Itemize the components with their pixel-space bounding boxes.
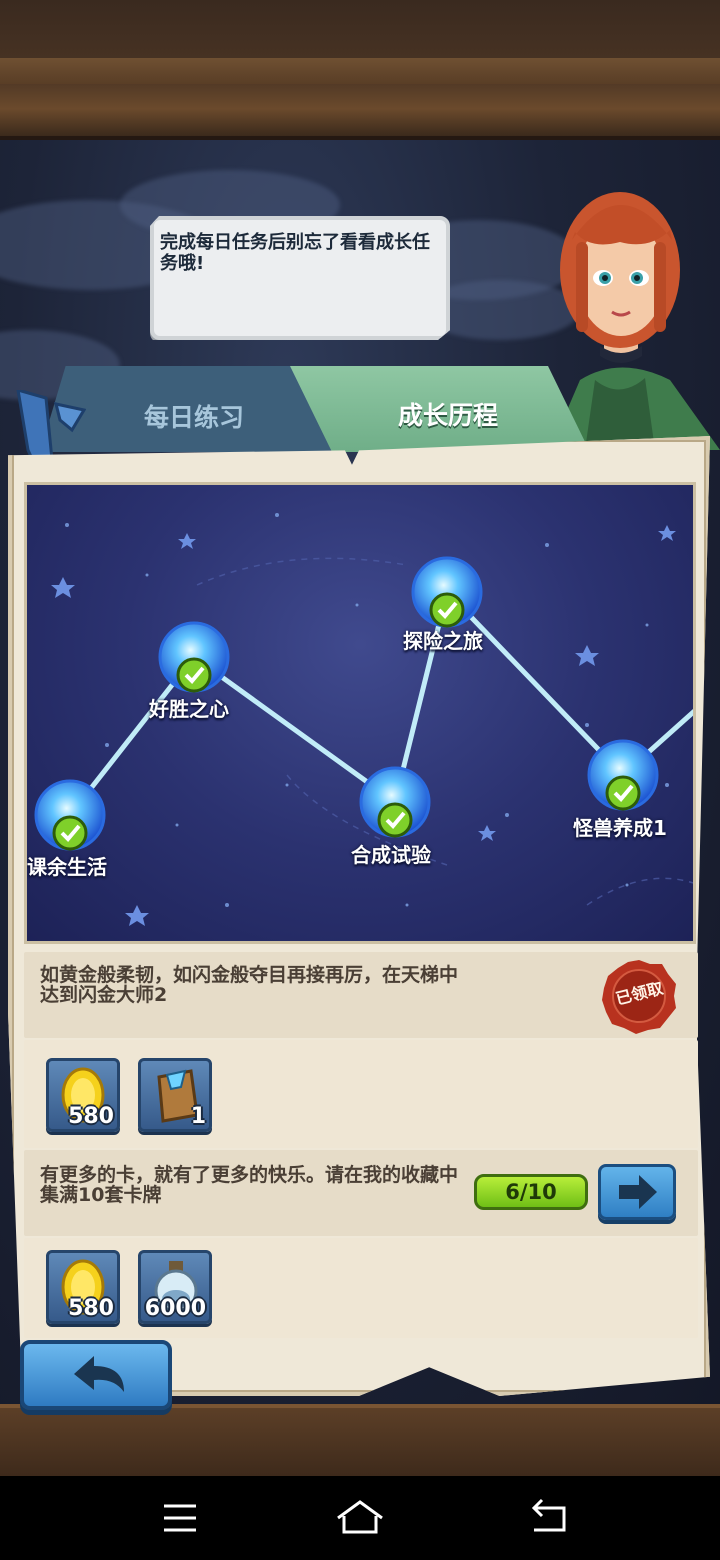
arrow-right-icon [619, 1175, 657, 1209]
reward-qty: 1 [190, 1104, 206, 1129]
reward-row [24, 1040, 698, 1148]
star-map-graphics [34, 513, 693, 926]
back-nav-button[interactable] [490, 1476, 610, 1560]
tab-daily-practice-label: 每日练习 [144, 403, 245, 432]
task-description: 有更多的卡，就有了更多的快乐。请在我的收藏中集满10套卡牌 [40, 1164, 459, 1206]
speech-bubble-text: 完成每日任务后别忘了看看成长任务哦! [160, 232, 430, 274]
reward-card-pack[interactable]: 1 [138, 1058, 212, 1132]
star-node-label: 探险之旅 [403, 629, 483, 653]
star-node-adventure-journey[interactable] [411, 556, 483, 628]
back-arrow-icon [74, 1356, 124, 1392]
system-nav-bar [0, 1476, 720, 1560]
star-node-synthesis-trial[interactable] [359, 766, 431, 838]
reward-qty: 580 [68, 1104, 114, 1129]
tab-growth-journey-label: 成长历程 [398, 401, 499, 430]
star-node-label: 怪兽养成1 [573, 816, 667, 840]
go-to-task-button[interactable] [598, 1164, 676, 1220]
reward-gold[interactable]: 580 [46, 1058, 120, 1132]
star-node-label: 合成试验 [351, 843, 431, 867]
star-node-label: 课余生活 [27, 855, 107, 879]
menu-nav-button[interactable] [120, 1476, 240, 1560]
home-icon [337, 1500, 383, 1534]
task-progress-bar: 6/10 [474, 1174, 588, 1210]
star-node-after-school-life[interactable] [34, 779, 106, 851]
growth-star-map: 课余生活 好胜之心 合成试验 探险之旅 怪兽养成1 [24, 482, 696, 944]
return-icon [531, 1498, 566, 1532]
reward-row [24, 1238, 698, 1338]
reward-gold[interactable]: 580 [46, 1250, 120, 1324]
reward-qty: 580 [68, 1296, 114, 1321]
star-node-competitive-spirit[interactable] [158, 621, 230, 693]
home-nav-button[interactable] [300, 1476, 420, 1560]
reward-dust[interactable]: 6000 [138, 1250, 212, 1324]
bottom-wood-frame [0, 1404, 720, 1476]
task-description: 如黄金般柔韧，如闪金般夺目再接再厉，在天梯中达到闪金大师2 [40, 964, 459, 1006]
task-progress-text: 6/10 [505, 1180, 557, 1204]
reward-qty: 6000 [144, 1296, 206, 1321]
star-node-label: 好胜之心 [149, 697, 229, 721]
star-node-monster-raising-1[interactable] [587, 739, 659, 811]
top-wood-frame [0, 0, 720, 140]
menu-icon [164, 1504, 196, 1532]
back-button[interactable] [20, 1340, 172, 1410]
